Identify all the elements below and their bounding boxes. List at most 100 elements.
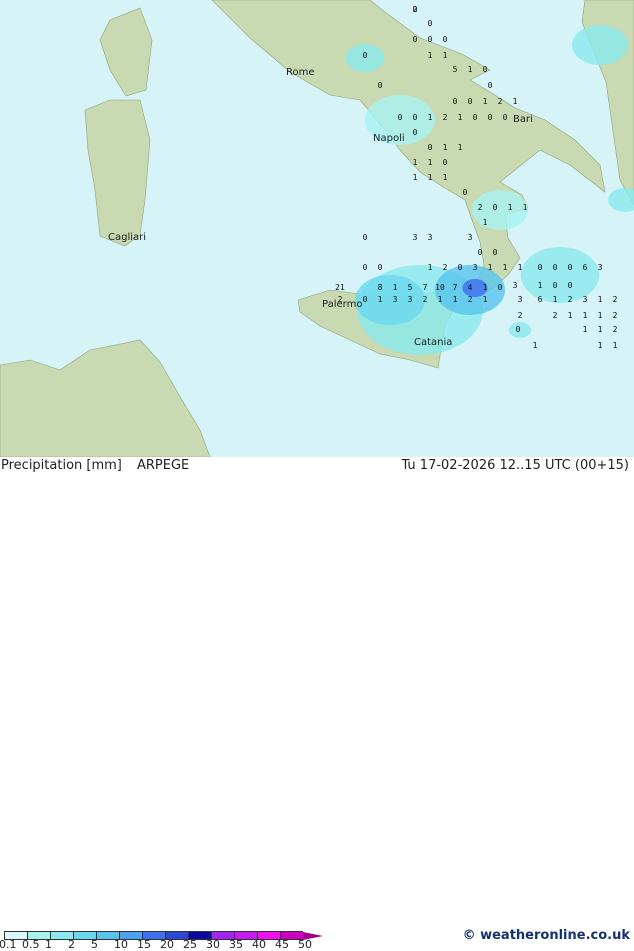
precipitation-value: 0 [453, 97, 458, 106]
precipitation-value: 4 [468, 283, 473, 292]
forecast-datetime: Tu 17-02-2026 12..15 UTC (00+15) [401, 458, 629, 473]
precipitation-value: 0 [458, 263, 463, 272]
legend-tick: 15 [137, 938, 151, 951]
precipitation-value: 1 [413, 173, 418, 182]
legend-tick: 0.1 [0, 938, 17, 951]
precipitation-value: 1 [453, 295, 458, 304]
precipitation-value: 1 [553, 295, 558, 304]
precipitation-value: 0 [413, 128, 418, 137]
precipitation-value: 0 [398, 113, 403, 122]
precipitation-value: 1 [583, 325, 588, 334]
precipitation-value: 1 [443, 51, 448, 60]
precipitation-value: 0 [363, 51, 368, 60]
precipitation-value: 1 [428, 173, 433, 182]
precipitation-value: 1 [393, 283, 398, 292]
city-label-palermo: Palermo [322, 299, 362, 310]
precipitation-value: 3 [393, 295, 398, 304]
precipitation-value: 0 [428, 35, 433, 44]
precipitation-value: 1 [428, 113, 433, 122]
legend-tick: 1 [45, 938, 52, 951]
precipitation-area [572, 25, 628, 65]
precipitation-value: 2 [613, 325, 618, 334]
legend-tick: 30 [206, 938, 220, 951]
precipitation-value: 0 [553, 263, 558, 272]
precipitation-value: 0 [443, 158, 448, 167]
precipitation-value: 0 [483, 65, 488, 74]
city-label-cagliari: Cagliari [108, 232, 146, 243]
precipitation-value: 1 [508, 203, 513, 212]
precipitation-value: 0 [538, 263, 543, 272]
precipitation-value: 2 [443, 113, 448, 122]
precipitation-value: 10 [435, 283, 445, 292]
legend-tick: 40 [252, 938, 266, 951]
precipitation-value: 0 [413, 113, 418, 122]
legend-tick: 10 [114, 938, 128, 951]
city-label-catania: Catania [414, 337, 452, 348]
precipitation-value: 1 [488, 263, 493, 272]
precipitation-value: 8 [378, 283, 383, 292]
precipitation-value: 2 [613, 311, 618, 320]
precipitation-value: 0 [428, 19, 433, 28]
precipitation-value: 0 [443, 35, 448, 44]
city-label-rome: Rome [286, 67, 315, 78]
precipitation-value: 2 [568, 295, 573, 304]
precipitation-value: 0 [553, 281, 558, 290]
precipitation-map: 000 0 00 1 15 1 000 0 1 2 100 0 1 2 1 0 0 000 1 11 1 01 1 102 0 1… [0, 0, 634, 457]
precipitation-value: 3 [583, 295, 588, 304]
precipitation-value: 0 [363, 295, 368, 304]
legend-tick: 45 [275, 938, 289, 951]
precipitation-value: 1 [533, 341, 538, 350]
precipitation-value: 1 [443, 173, 448, 182]
precipitation-value: 0 [503, 113, 508, 122]
precipitation-value: 3 [473, 263, 478, 272]
precipitation-value: 0 [516, 325, 521, 334]
precipitation-value: 2 [413, 5, 418, 14]
precipitation-value: 3 [518, 295, 523, 304]
precipitation-value: 0 [488, 81, 493, 90]
legend-title: Precipitation [mm] [1, 458, 122, 473]
precipitation-value: 1 [428, 263, 433, 272]
precipitation-value: 0 [498, 283, 503, 292]
precipitation-value: 1 [503, 263, 508, 272]
precipitation-value: 1 [483, 97, 488, 106]
precipitation-value: 7 [453, 283, 458, 292]
precipitation-value: 3 [468, 233, 473, 242]
precipitation-value: 3 [428, 233, 433, 242]
precipitation-value: 1 [438, 295, 443, 304]
precipitation-value: 1 [483, 218, 488, 227]
copyright: © weatheronline.co.uk [462, 928, 630, 943]
precipitation-value: 1 [458, 113, 463, 122]
precipitation-value: 0 [378, 263, 383, 272]
legend-tick: 0.5 [22, 938, 40, 951]
precipitation-value: 1 [598, 295, 603, 304]
precipitation-value: 1 [483, 295, 488, 304]
precipitation-value: 6 [538, 295, 543, 304]
precipitation-value: 2 [468, 295, 473, 304]
precipitation-value: 1 [443, 143, 448, 152]
precipitation-value: 2 [518, 311, 523, 320]
precipitation-value: 0 [463, 188, 468, 197]
legend-tick: 25 [183, 938, 197, 951]
precipitation-value: 1 [413, 158, 418, 167]
precipitation-value: 1 [583, 311, 588, 320]
precipitation-value: 1 [483, 283, 488, 292]
precipitation-value: 2 [613, 295, 618, 304]
precipitation-value: 1 [598, 341, 603, 350]
precipitation-value: 0 [378, 81, 383, 90]
precipitation-value: 1 [598, 325, 603, 334]
precipitation-value: 1 [428, 158, 433, 167]
precipitation-value: 1 [598, 311, 603, 320]
precipitation-value: 1 [613, 341, 618, 350]
precipitation-value: 0 [568, 263, 573, 272]
precipitation-value: 3 [513, 281, 518, 290]
precipitation-value: 1 [518, 263, 523, 272]
precipitation-value: 2 [553, 311, 558, 320]
precipitation-value: 0 [478, 248, 483, 257]
precipitation-value: 0 [493, 248, 498, 257]
precipitation-value: 2 [423, 295, 428, 304]
precipitation-value: 3 [413, 233, 418, 242]
legend-tick: 2 [68, 938, 75, 951]
precipitation-value: 1 [428, 51, 433, 60]
precipitation-value: 0 [493, 203, 498, 212]
precipitation-value: 1 [513, 97, 518, 106]
